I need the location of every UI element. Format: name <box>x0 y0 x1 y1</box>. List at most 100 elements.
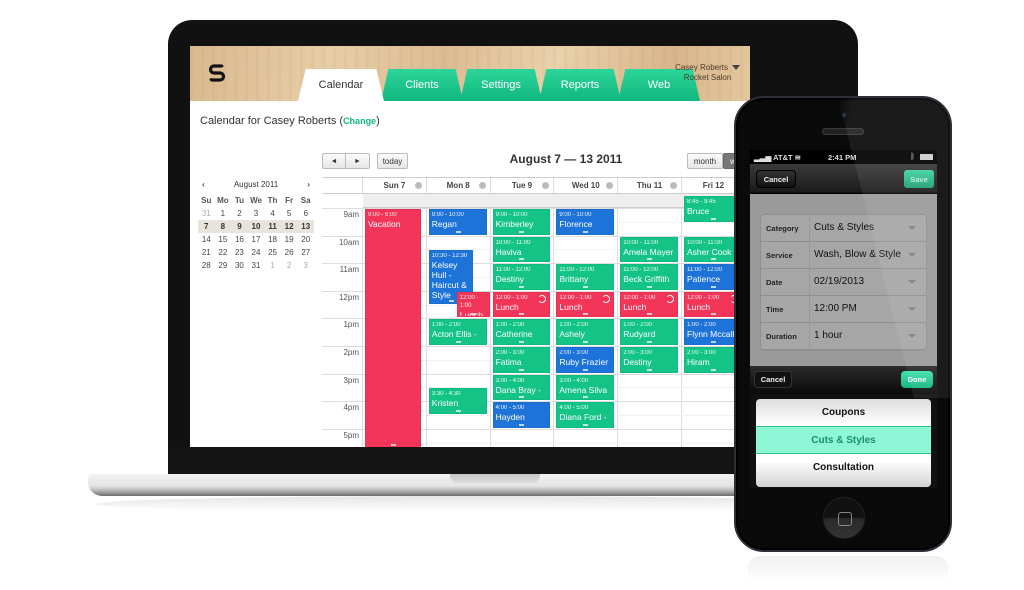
calendar-event[interactable]: 12:00 - 1:00 Lunch <box>556 291 615 318</box>
resize-handle-icon[interactable] <box>448 299 454 302</box>
user-menu[interactable]: Casey Roberts Rocket Salon <box>675 63 740 83</box>
resize-handle-icon[interactable] <box>647 313 653 316</box>
resize-handle-icon[interactable] <box>710 368 716 371</box>
time-slots[interactable]: 9am 10am 11am 12pm 1pm 2pm 3pm 4pm 5pm 9:00 - 6:0… <box>322 196 750 447</box>
mini-day-cell[interactable]: 7 <box>198 220 215 233</box>
form-row-time[interactable]: Time 12:00 PM <box>761 296 926 323</box>
mini-day-cell[interactable]: 22 <box>215 246 232 259</box>
clock-icon[interactable] <box>414 182 422 189</box>
change-calendar-link[interactable]: Change <box>343 116 376 126</box>
clock-icon[interactable] <box>606 182 614 189</box>
calendar-event[interactable]: 9:00 - 10:00 Florence <box>556 209 615 235</box>
day-header[interactable]: Mon 8 <box>427 178 491 193</box>
resize-handle-icon[interactable] <box>519 423 525 426</box>
clock-icon[interactable] <box>478 182 486 189</box>
resize-handle-icon[interactable] <box>583 285 589 288</box>
resize-handle-icon[interactable] <box>710 217 716 220</box>
calendar-event[interactable]: 10:00 - 11:00 Amela Mayer <box>620 236 678 263</box>
calendar-event[interactable]: 9:00 - 6:00 Vacation <box>365 209 421 447</box>
resize-handle-icon[interactable] <box>647 368 653 371</box>
resize-handle-icon[interactable] <box>519 285 525 288</box>
mini-day-cell[interactable]: 13 <box>297 220 314 233</box>
form-row-service[interactable]: Service Wash, Blow & Style <box>761 242 926 269</box>
mini-prev-month-icon[interactable]: ‹ <box>202 180 205 189</box>
calendar-event[interactable]: 4:00 - 5:00 Diana Ford - <box>556 402 615 428</box>
form-row-duration[interactable]: Duration 1 hour <box>761 323 926 350</box>
mini-day-cell[interactable]: 30 <box>231 259 248 272</box>
picker-cancel-button[interactable]: Cancel <box>754 371 792 388</box>
day-header[interactable]: Wed 10 <box>554 178 619 193</box>
month-view-button[interactable]: month <box>687 153 723 169</box>
picker-done-button[interactable]: Done <box>901 371 933 388</box>
resize-handle-icon[interactable] <box>390 444 396 446</box>
calendar-event[interactable]: 12:00 - 1:00 Lunch <box>456 291 490 318</box>
resize-handle-icon[interactable] <box>455 230 461 233</box>
resize-handle-icon[interactable] <box>647 285 653 288</box>
mini-day-cell[interactable]: 10 <box>247 220 265 233</box>
resize-handle-icon[interactable] <box>519 340 525 343</box>
mini-day-cell[interactable]: 26 <box>281 246 298 259</box>
calendar-event[interactable]: 1:00 - 2:00 Acton Ellis - <box>428 319 487 345</box>
mini-day-cell[interactable]: 4 <box>264 207 281 220</box>
mini-day-cell[interactable]: 20 <box>297 233 314 246</box>
resize-handle-icon[interactable] <box>583 340 589 343</box>
nav-cancel-button[interactable]: Cancel <box>756 170 796 188</box>
picker-option[interactable]: Consultation <box>756 454 931 481</box>
mini-day-cell[interactable]: 21 <box>198 246 215 259</box>
resize-handle-icon[interactable] <box>647 340 653 343</box>
form-row-category[interactable]: Category Cuts & Styles <box>761 215 926 242</box>
mini-day-cell[interactable]: 14 <box>198 233 215 246</box>
calendar-event[interactable]: 1:00 - 2:00 Ashely <box>556 319 615 345</box>
calendar-event[interactable]: 9:00 - 10:00 Regan <box>428 209 487 235</box>
clock-icon[interactable] <box>669 182 677 189</box>
resize-handle-icon[interactable] <box>583 396 589 399</box>
mini-day-cell[interactable]: 3 <box>248 207 265 220</box>
resize-handle-icon[interactable] <box>583 230 589 233</box>
day-header[interactable]: Tue 9 <box>491 178 555 193</box>
mini-day-cell[interactable]: 24 <box>248 246 265 259</box>
mini-day-cell[interactable]: 19 <box>281 233 298 246</box>
mini-day-cell[interactable]: 16 <box>231 233 248 246</box>
resize-handle-icon[interactable] <box>519 396 525 399</box>
resize-handle-icon[interactable] <box>583 313 589 316</box>
resize-handle-icon[interactable] <box>710 258 716 261</box>
calendar-event[interactable]: 3:30 - 4:30 Kristen <box>428 388 487 414</box>
form-value[interactable]: 1 hour <box>814 330 910 341</box>
calendar-event[interactable]: 1:00 - 2:00 Rudyard <box>620 319 678 345</box>
mini-day-cell[interactable]: 2 <box>281 259 298 272</box>
prev-week-button[interactable]: ◄ <box>322 153 346 169</box>
mini-day-cell[interactable]: 6 <box>297 207 314 220</box>
resize-handle-icon[interactable] <box>519 313 525 316</box>
app-logo-icon[interactable] <box>206 61 228 83</box>
calendar-event[interactable]: 2:00 - 3:00 Destiny <box>620 347 678 373</box>
calendar-event[interactable]: 4:00 - 5:00 Hayden <box>492 402 551 428</box>
form-value[interactable]: 12:00 PM <box>814 303 910 314</box>
calendar-event[interactable]: 2:00 - 3:00 Fatima <box>492 347 551 373</box>
mini-day-cell[interactable]: 27 <box>297 246 314 259</box>
mini-day-cell[interactable]: 25 <box>264 246 281 259</box>
resize-handle-icon[interactable] <box>647 258 653 261</box>
resize-handle-icon[interactable] <box>455 340 461 343</box>
tab-clients[interactable]: Clients <box>381 69 463 101</box>
tab-settings[interactable]: Settings <box>460 69 542 101</box>
resize-handle-icon[interactable] <box>519 368 525 371</box>
calendar-event[interactable]: 11:00 - 12:00 Brittany <box>556 264 615 290</box>
day-header[interactable]: Thu 11 <box>618 178 682 193</box>
mini-day-cell[interactable]: 8 <box>214 220 232 233</box>
tab-reports[interactable]: Reports <box>539 69 621 101</box>
calendar-event[interactable]: 12:00 - 1:00 Lunch <box>620 291 678 318</box>
mini-day-cell[interactable]: 1 <box>264 259 281 272</box>
mini-day-cell[interactable]: 5 <box>281 207 298 220</box>
next-week-button[interactable]: ► <box>346 153 370 169</box>
mini-day-cell[interactable]: 29 <box>215 259 232 272</box>
mini-next-month-icon[interactable]: › <box>307 180 310 189</box>
mini-day-cell[interactable]: 9 <box>231 220 248 233</box>
resize-handle-icon[interactable] <box>471 313 477 316</box>
resize-handle-icon[interactable] <box>583 423 589 426</box>
calendar-event[interactable]: 9:00 - 10:00 Kimberley <box>492 209 551 235</box>
mini-day-cell[interactable]: 1 <box>215 207 232 220</box>
form-value[interactable]: Wash, Blow & Style <box>814 249 910 260</box>
resize-handle-icon[interactable] <box>710 285 716 288</box>
form-value[interactable]: 02/19/2013 <box>814 276 910 287</box>
picker-option[interactable]: Cuts & Styles <box>756 426 931 454</box>
